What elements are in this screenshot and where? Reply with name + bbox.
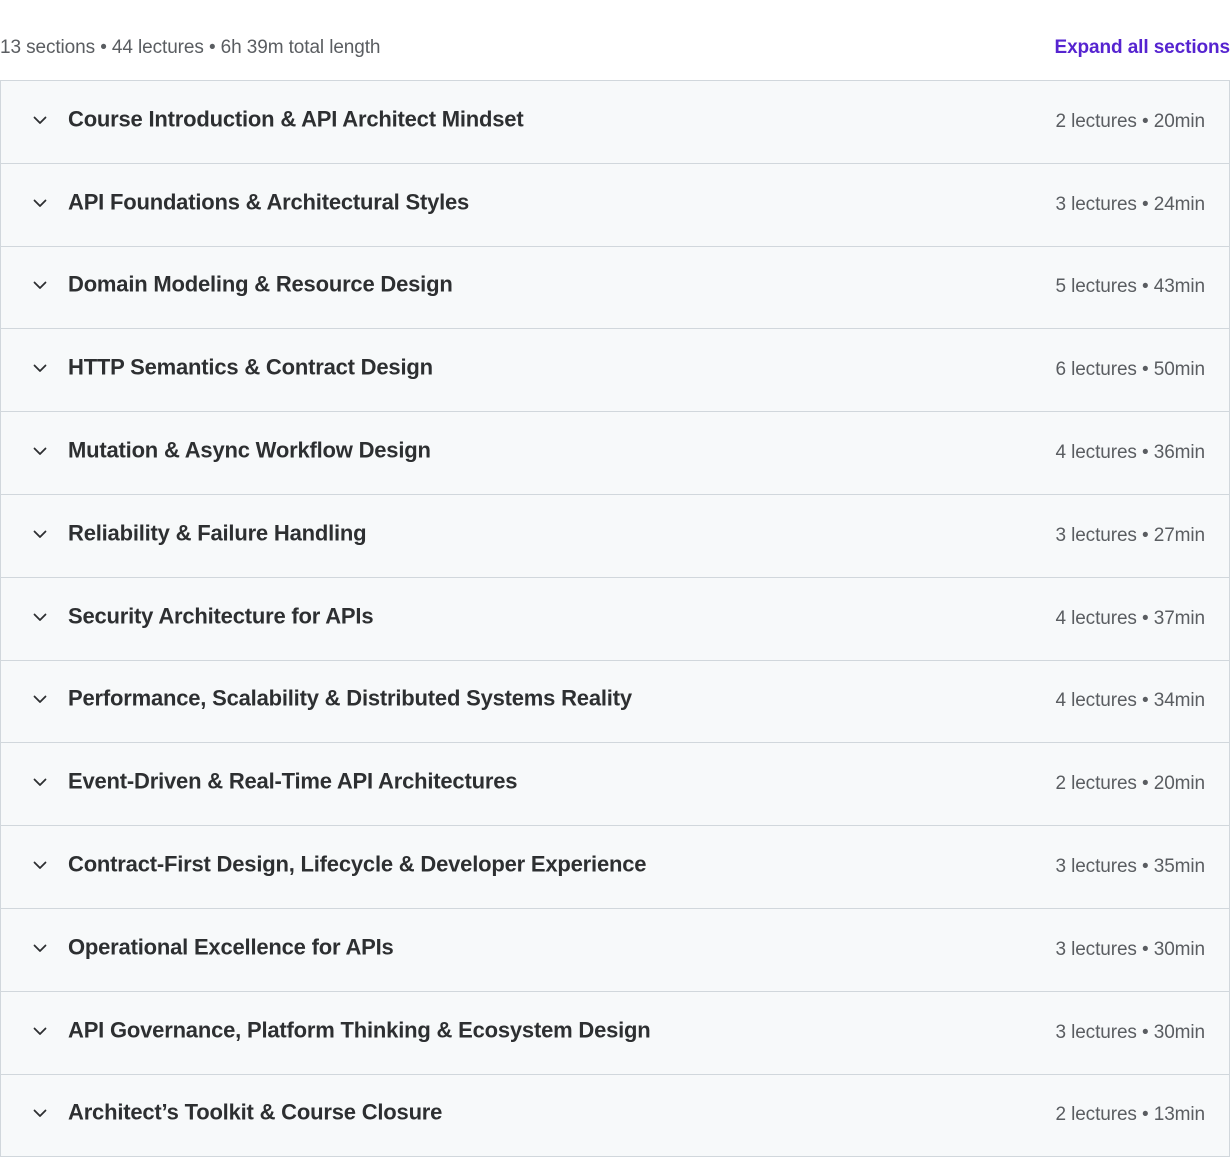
- chevron-down-icon: [32, 774, 48, 790]
- curriculum-summary: 13 sections • 44 lectures • 6h 39m total…: [0, 37, 380, 59]
- section-lecture-count: 4 lectures • 34min: [1055, 690, 1205, 712]
- section-title: Security Architecture for APIs: [68, 603, 373, 629]
- section-title: Architect’s Toolkit & Course Closure: [68, 1100, 442, 1126]
- expand-all-sections-button[interactable]: Expand all sections: [1055, 37, 1230, 59]
- section-title: Event-Driven & Real-Time API Architectur…: [68, 769, 517, 795]
- section-title: HTTP Semantics & Contract Design: [68, 355, 433, 381]
- section-accordion-header-11[interactable]: Operational Excellence for APIs 3 lectur…: [1, 909, 1229, 992]
- chevron-down-icon: [32, 443, 48, 459]
- chevron-down-icon: [32, 277, 48, 293]
- section-accordion-header-4[interactable]: HTTP Semantics & Contract Design 6 lectu…: [1, 329, 1229, 412]
- section-lecture-count: 6 lectures • 50min: [1055, 359, 1205, 381]
- section-title: API Governance, Platform Thinking & Ecos…: [68, 1017, 651, 1043]
- section-accordion-header-10[interactable]: Contract-First Design, Lifecycle & Devel…: [1, 826, 1229, 909]
- section-lecture-count: 2 lectures • 20min: [1055, 773, 1205, 795]
- section-accordion-header-1[interactable]: Course Introduction & API Architect Mind…: [1, 81, 1229, 164]
- section-accordion-header-9[interactable]: Event-Driven & Real-Time API Architectur…: [1, 743, 1229, 826]
- chevron-down-icon: [32, 1023, 48, 1039]
- section-accordion-header-12[interactable]: API Governance, Platform Thinking & Ecos…: [1, 992, 1229, 1075]
- section-title: Mutation & Async Workflow Design: [68, 437, 431, 463]
- section-title: Domain Modeling & Resource Design: [68, 272, 453, 298]
- chevron-down-icon: [32, 112, 48, 128]
- chevron-down-icon: [32, 195, 48, 211]
- section-lecture-count: 2 lectures • 13min: [1055, 1104, 1205, 1126]
- chevron-down-icon: [32, 691, 48, 707]
- section-title: API Foundations & Architectural Styles: [68, 189, 469, 215]
- section-title: Contract-First Design, Lifecycle & Devel…: [68, 851, 646, 877]
- section-accordion-header-3[interactable]: Domain Modeling & Resource Design 5 lect…: [1, 247, 1229, 330]
- section-lecture-count: 4 lectures • 36min: [1055, 442, 1205, 464]
- chevron-down-icon: [32, 609, 48, 625]
- section-lecture-count: 2 lectures • 20min: [1055, 111, 1205, 133]
- section-title: Performance, Scalability & Distributed S…: [68, 686, 632, 712]
- section-accordion-header-8[interactable]: Performance, Scalability & Distributed S…: [1, 661, 1229, 744]
- section-title: Reliability & Failure Handling: [68, 520, 366, 546]
- section-lecture-count: 3 lectures • 24min: [1055, 194, 1205, 216]
- section-lecture-count: 4 lectures • 37min: [1055, 608, 1205, 630]
- chevron-down-icon: [32, 857, 48, 873]
- section-lecture-count: 3 lectures • 27min: [1055, 525, 1205, 547]
- chevron-down-icon: [32, 1105, 48, 1121]
- chevron-down-icon: [32, 940, 48, 956]
- section-lecture-count: 5 lectures • 43min: [1055, 276, 1205, 298]
- chevron-down-icon: [32, 526, 48, 542]
- section-lecture-count: 3 lectures • 35min: [1055, 856, 1205, 878]
- section-accordion-header-13[interactable]: Architect’s Toolkit & Course Closure 2 l…: [1, 1075, 1229, 1157]
- section-lecture-count: 3 lectures • 30min: [1055, 1022, 1205, 1044]
- section-accordion-header-2[interactable]: API Foundations & Architectural Styles 3…: [1, 164, 1229, 247]
- curriculum-section-list: Course Introduction & API Architect Mind…: [0, 80, 1230, 1157]
- section-title: Operational Excellence for APIs: [68, 934, 394, 960]
- section-lecture-count: 3 lectures • 30min: [1055, 939, 1205, 961]
- section-accordion-header-7[interactable]: Security Architecture for APIs 4 lecture…: [1, 578, 1229, 661]
- curriculum-summary-bar: 13 sections • 44 lectures • 6h 39m total…: [0, 0, 1230, 80]
- section-accordion-header-6[interactable]: Reliability & Failure Handling 3 lecture…: [1, 495, 1229, 578]
- section-accordion-header-5[interactable]: Mutation & Async Workflow Design 4 lectu…: [1, 412, 1229, 495]
- chevron-down-icon: [32, 360, 48, 376]
- section-title: Course Introduction & API Architect Mind…: [68, 106, 523, 132]
